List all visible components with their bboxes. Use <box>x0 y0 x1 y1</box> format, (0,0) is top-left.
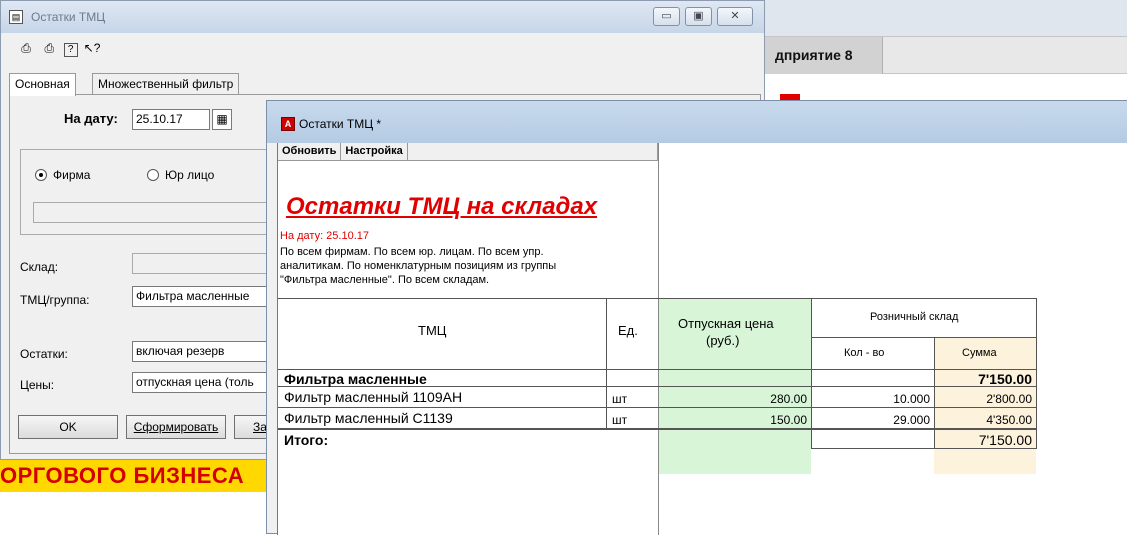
generate-button[interactable]: Сформировать <box>126 415 226 439</box>
settings-dialog-titlebar[interactable]: ▤ Остатки ТМЦ ▭ ▣ ✕ <box>1 1 764 33</box>
item-group-field[interactable]: Фильтра масленные <box>132 286 272 307</box>
report-sheet: Обновить Настройка Остатки ТМЦ на складах… <box>277 143 1127 535</box>
column-header-price-unit: (руб.) <box>706 333 740 348</box>
close-button[interactable]: ✕ <box>717 7 753 26</box>
column-header-warehouse: Розничный склад <box>870 311 959 323</box>
ok-button[interactable]: OK <box>18 415 118 439</box>
table-border <box>278 298 1037 299</box>
balances-field[interactable]: включая резерв <box>132 341 272 362</box>
item-group-label: ТМЦ/группа: <box>20 293 90 307</box>
column-header-sum: Сумма <box>962 347 997 359</box>
firm-select-field[interactable] <box>33 202 269 223</box>
table-border <box>811 448 1037 449</box>
minimize-button[interactable]: ▭ <box>653 7 680 26</box>
report-date: На дату: 25.10.17 <box>280 230 370 242</box>
background-banner: ОРГОВОГО БИЗНЕСА <box>0 460 280 492</box>
warehouse-label: Склад: <box>20 260 59 274</box>
column-header-item: ТМЦ <box>418 323 447 338</box>
row-sum: 4'350.00 <box>986 413 1032 427</box>
date-field[interactable]: 25.10.17 <box>132 109 210 130</box>
maximize-button[interactable]: ▣ <box>685 7 712 26</box>
settings-toolbar: ⎙ ⎙ ? ↖? <box>17 39 103 61</box>
table-border <box>1036 298 1037 448</box>
row-qty: 29.000 <box>893 413 930 427</box>
radio-firm-label: Фирма <box>53 168 91 182</box>
tab-multiple-filter[interactable]: Множественный фильтр <box>92 73 240 95</box>
row-price: 280.00 <box>770 392 807 406</box>
settings-button[interactable]: Настройка <box>341 143 408 160</box>
radio-firm[interactable]: Фирма <box>35 168 90 182</box>
radio-legal-entity[interactable]: Юр лицо <box>147 168 214 182</box>
settings-dialog-title: Остатки ТМЦ <box>31 10 106 24</box>
row-sum: 2'800.00 <box>986 392 1032 406</box>
report-icon: A <box>281 117 295 131</box>
column-header-qty: Кол - во <box>844 347 885 359</box>
context-help-icon[interactable]: ↖? <box>83 39 101 57</box>
report-window-icon: ▤ <box>9 10 23 24</box>
save-settings-icon[interactable]: ⎙ <box>17 39 35 57</box>
prices-field[interactable]: отпускная цена (толь <box>132 372 272 393</box>
report-filter-line: аналитикам. По номенклатурным позициям и… <box>280 260 557 272</box>
calendar-icon[interactable]: ▦ <box>212 109 232 130</box>
total-label: Итого: <box>284 432 329 448</box>
report-title: Остатки ТМЦ на складах <box>286 193 598 220</box>
group-name: Фильтра масленные <box>284 371 427 387</box>
total-sum: 7'150.00 <box>978 432 1032 448</box>
table-border <box>278 428 1037 430</box>
help-icon[interactable]: ? <box>63 43 78 57</box>
firm-group-box: Фирма Юр лицо <box>20 149 280 235</box>
table-border <box>811 337 1037 338</box>
warehouse-field[interactable] <box>132 253 272 274</box>
row-price: 150.00 <box>770 413 807 427</box>
row-item: Фильтр масленный 1109АН <box>284 389 463 405</box>
radio-legal-entity-label: Юр лицо <box>165 168 215 182</box>
background-toolbar: дприятие 8 <box>765 36 1127 74</box>
radio-firm-indicator <box>35 169 47 181</box>
background-app-title: дприятие 8 <box>765 37 883 74</box>
column-header-unit: Ед. <box>618 323 638 338</box>
report-window-title: Остатки ТМЦ * <box>299 117 382 131</box>
group-sum: 7'150.00 <box>978 371 1032 387</box>
radio-legal-entity-indicator <box>147 169 159 181</box>
table-border <box>606 298 607 428</box>
date-label: На дату: <box>64 111 118 126</box>
row-qty: 10.000 <box>893 392 930 406</box>
report-filter-line: "Фильтра масленные". По всем складам. <box>280 274 490 286</box>
row-unit: шт <box>612 413 628 427</box>
row-unit: шт <box>612 392 628 406</box>
report-filter-line: По всем фирмам. По всем юр. лицам. По вс… <box>280 246 544 258</box>
report-toolbar: Обновить Настройка <box>278 143 658 161</box>
table-border <box>278 407 1037 408</box>
column-header-price: Отпускная цена <box>678 316 774 331</box>
table-border <box>278 369 1037 370</box>
report-window-titlebar[interactable]: A Остатки ТМЦ * <box>267 101 1127 143</box>
tab-main[interactable]: Основная <box>9 73 76 96</box>
report-window: A Остатки ТМЦ * Обновить Настройка Остатк… <box>266 100 1127 535</box>
prices-label: Цены: <box>20 378 55 392</box>
refresh-button[interactable]: Обновить <box>278 143 342 160</box>
restore-settings-icon[interactable]: ⎙ <box>40 39 58 57</box>
row-item: Фильтр масленный С1139 <box>284 410 453 426</box>
balances-label: Остатки: <box>20 347 68 361</box>
